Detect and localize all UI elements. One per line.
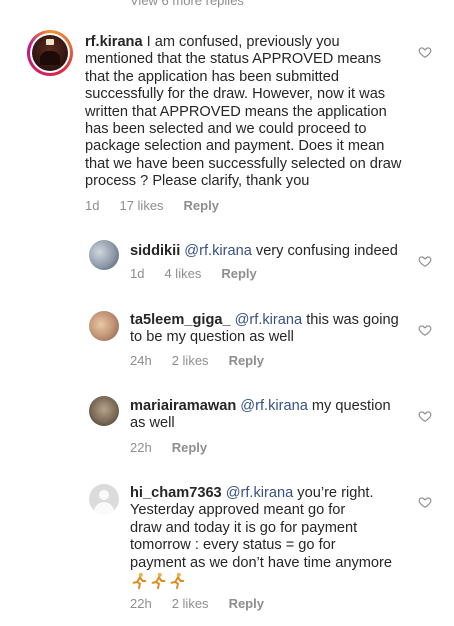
avatar[interactable] — [89, 396, 119, 426]
heart-outline-icon[interactable] — [418, 495, 432, 509]
reply-username[interactable]: hi_cham7363 — [130, 485, 222, 501]
avatar[interactable] — [89, 484, 119, 514]
heart-outline-icon[interactable] — [418, 45, 432, 59]
reply-meta: 22h Reply — [130, 440, 227, 455]
reply-button[interactable]: Reply — [172, 440, 207, 455]
avatar[interactable] — [89, 311, 119, 341]
running-person-emoji — [151, 572, 166, 590]
comment-body: rf.kirana I am confused, previously you m… — [85, 34, 403, 191]
reply-text-line5: payment as we don’t have time anymore — [130, 554, 393, 571]
reply-likes[interactable]: 2 likes — [172, 353, 209, 368]
comment-meta: 1d 17 likes Reply — [85, 198, 239, 213]
heart-outline-icon[interactable] — [418, 323, 432, 337]
reply-body: siddikii @rf.kirana very confusing indeed — [130, 243, 420, 260]
reply-meta: 24h 2 likes Reply — [130, 353, 284, 368]
reply-username[interactable]: siddikii — [130, 243, 180, 259]
avatar[interactable] — [27, 30, 73, 76]
reply-text-line1: my question — [311, 398, 391, 414]
comment-username[interactable]: rf.kirana — [85, 34, 143, 50]
running-person-emoji — [170, 572, 185, 590]
reply-mention[interactable]: @rf.kirana — [235, 312, 303, 328]
reply-text: very confusing indeed — [255, 243, 398, 259]
reply-meta: 1d 4 likes Reply — [130, 266, 277, 281]
heart-outline-icon[interactable] — [418, 409, 432, 423]
reply-text-line2: as well — [130, 415, 175, 432]
reply-body: hi_cham7363 @rf.kirana you’re right. Yest… — [130, 485, 420, 592]
reply-text-line3: draw and today it is go for payment — [130, 519, 358, 536]
reply-meta: 22h 2 likes Reply — [130, 596, 284, 611]
reply-likes[interactable]: 4 likes — [164, 266, 201, 281]
avatar[interactable] — [89, 240, 119, 270]
reply-text-line2: to be my question as well — [130, 329, 294, 346]
reply-mention[interactable]: @rf.kirana — [240, 398, 308, 414]
reply-time: 24h — [130, 353, 152, 368]
running-person-emoji-row — [130, 572, 420, 592]
reply-time: 22h — [130, 596, 152, 611]
reply-mention[interactable]: @rf.kirana — [184, 243, 252, 259]
reply-button[interactable]: Reply — [229, 353, 264, 368]
reply-text-line2: Yesterday approved meant go for — [130, 502, 346, 519]
reply-button[interactable]: Reply — [229, 596, 264, 611]
comment-text: I am confused, previously you mentioned … — [85, 34, 402, 190]
reply-text-line1: this was going — [306, 312, 399, 328]
reply-body: mariairamawan @rf.kirana my question as w… — [130, 398, 420, 433]
reply-text-line4: tomorrow : every status = go for — [130, 537, 336, 554]
reply-username[interactable]: ta5leem_giga_ — [130, 312, 231, 328]
reply-body: ta5leem_giga_ @rf.kirana this was going t… — [130, 312, 420, 347]
heart-outline-icon[interactable] — [418, 254, 432, 268]
view-more-replies[interactable]: View 6 more replies — [130, 0, 244, 8]
comment-likes[interactable]: 17 likes — [119, 198, 163, 213]
view-more-replies-label: View 6 more replies — [130, 0, 244, 8]
reply-text-line1: you’re right. — [297, 485, 374, 501]
reply-button[interactable]: Reply — [184, 198, 219, 213]
avatar-image — [32, 35, 68, 71]
reply-time: 22h — [130, 440, 152, 455]
comment-time: 1d — [85, 198, 100, 213]
reply-likes[interactable]: 2 likes — [172, 596, 209, 611]
reply-username[interactable]: mariairamawan — [130, 398, 236, 414]
reply-time: 1d — [130, 266, 145, 281]
reply-button[interactable]: Reply — [221, 266, 256, 281]
running-person-emoji — [132, 572, 147, 590]
reply-mention[interactable]: @rf.kirana — [226, 485, 294, 501]
